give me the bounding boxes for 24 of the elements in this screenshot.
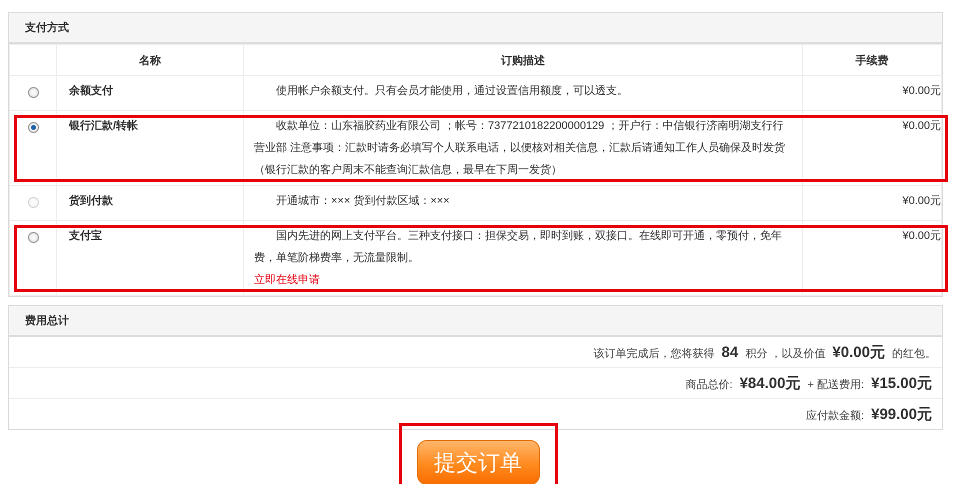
radio-button[interactable]: [28, 87, 38, 98]
payment-name: 货到付款: [69, 195, 113, 207]
column-header: 手续费: [802, 44, 942, 76]
payment-description: 开通城市：××× 货到付款区域：×××: [276, 195, 450, 207]
total-text: 应付款金额: ¥99.00元: [806, 404, 933, 424]
payment-description: 收款单位：山东福胶药业有限公司 ；帐号：7377210182200000129 ；开户行：中信银行济南明湖支行行营业部 注意事项：汇款时请务必填写个人联系电话，以便核对相关信息，汇款后请通知工作人员确保及时发货（银行汇款的客户周末不能查询汇款信息，最早在下周一发货）: [254, 120, 786, 176]
column-header: 订购描述: [244, 44, 802, 76]
column-header: 名称: [56, 44, 244, 76]
radio-button[interactable]: [28, 122, 38, 133]
payment-description: 国内先进的网上支付平台。三种支付接口：担保交易，即时到账，双接口。在线即可开通，零预付，免年费，单笔阶梯费率，无流量限制。: [254, 230, 782, 264]
total-text: 商品总价: ¥84.00元 + 配送费用: ¥15.00元: [685, 374, 933, 392]
payment-name: 余额支付: [69, 85, 113, 97]
fee-amount: ¥0.00元: [902, 85, 941, 97]
total-text: 该订单完成后，您将获得 84 积分 ，以及价值 ¥0.00元 的红包。: [593, 342, 936, 362]
fee-amount: ¥0.00元: [902, 195, 941, 207]
payment-name: 银行汇款/转帐: [69, 120, 138, 132]
radio-button[interactable]: [28, 232, 38, 243]
section-title: 费用总计: [25, 314, 69, 328]
payment-name: 支付宝: [69, 230, 102, 242]
apply-online-link[interactable]: 立即在线申请: [254, 269, 320, 291]
payment-description: 使用帐户余额支付。只有会员才能使用，通过设置信用额度，可以透支。: [276, 85, 628, 97]
fee-amount: ¥0.00元: [902, 120, 941, 132]
fee-amount: ¥0.00元: [902, 230, 941, 242]
section-title: 支付方式: [25, 20, 69, 35]
